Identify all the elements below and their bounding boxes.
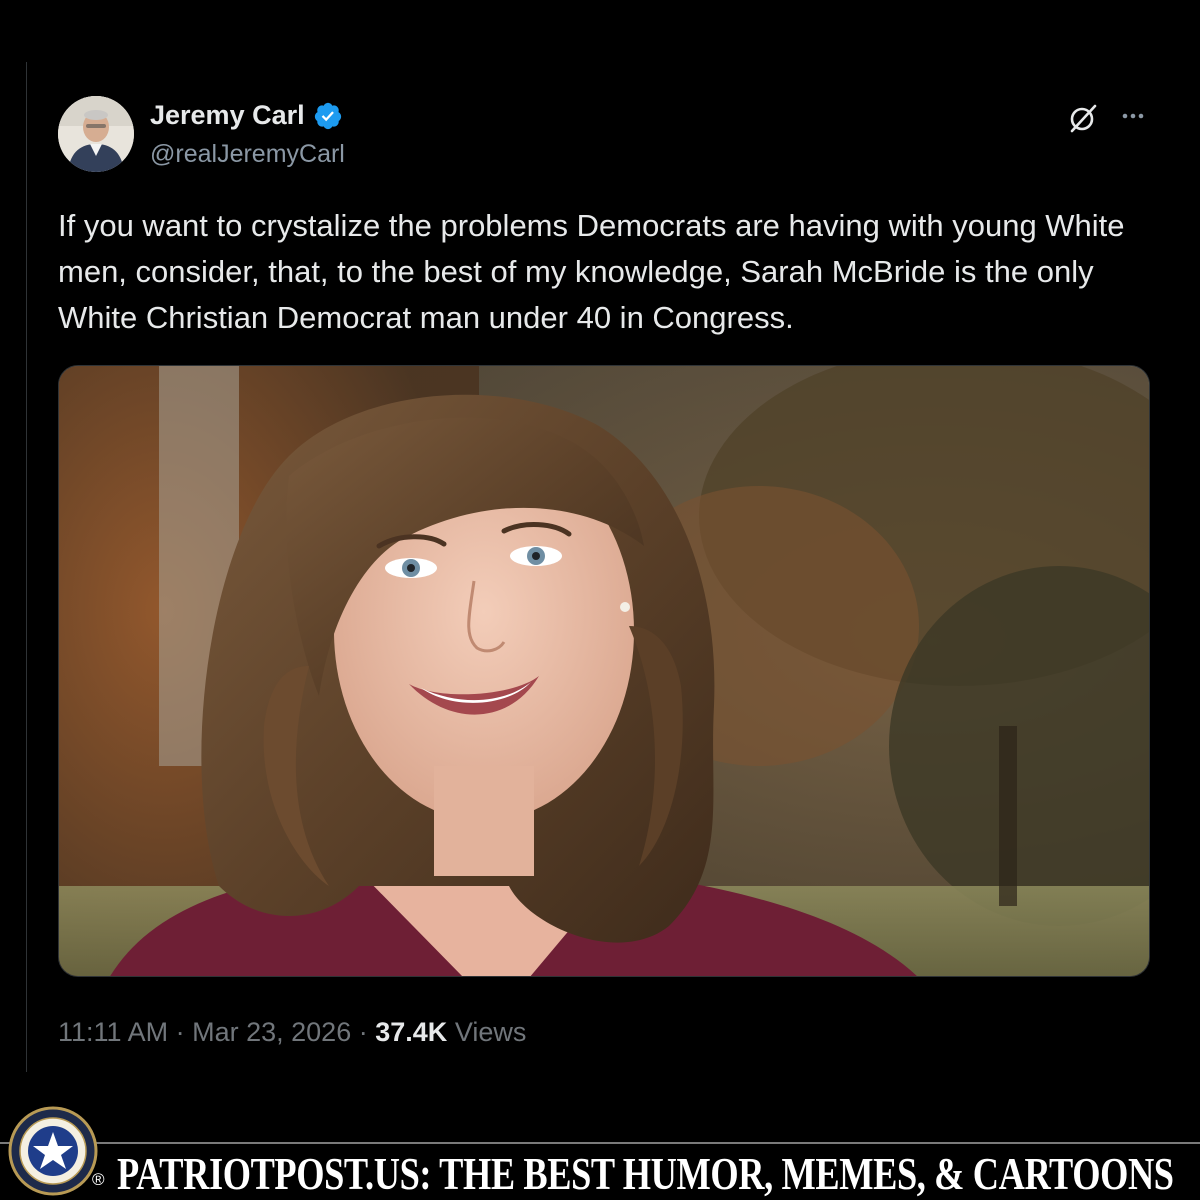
author-name[interactable]: Jeremy Carl <box>150 100 305 131</box>
tweet-time[interactable]: 11:11 AM <box>58 1017 168 1047</box>
views-label: Views <box>454 1017 527 1047</box>
separator: · <box>175 1017 185 1047</box>
tweet-media-photo[interactable] <box>58 365 1150 977</box>
avatar[interactable] <box>58 96 134 172</box>
banner-rule <box>0 1142 1200 1144</box>
thread-line <box>26 62 27 1072</box>
patriot-post-seal-icon <box>8 1106 98 1196</box>
tweet-header: Jeremy Carl @realJeremyCarl <box>58 95 1152 175</box>
tweet-text: If you want to crystalize the problems D… <box>58 208 1125 335</box>
avatar-image <box>58 96 134 172</box>
registered-mark: ® <box>92 1170 105 1189</box>
more-options-icon[interactable] <box>1116 99 1150 133</box>
tweet-metadata: 11:11 AM · Mar 23, 2026 · 37.4K Views <box>58 1017 526 1048</box>
portrait-photo <box>59 366 1149 976</box>
tweet-date[interactable]: Mar 23, 2026 <box>192 1017 351 1047</box>
verified-badge-icon <box>314 102 341 129</box>
author-handle[interactable]: @realJeremyCarl <box>150 140 345 169</box>
author-name-row[interactable]: Jeremy Carl <box>150 100 343 131</box>
grok-icon[interactable] <box>1066 101 1100 135</box>
views-count[interactable]: 37.4K <box>375 1017 447 1047</box>
tweet[interactable]: Jeremy Carl @realJeremyCarl If you want … <box>58 95 1152 1047</box>
banner-text: PATRIOTPOST.US: THE BEST HUMOR, MEMES, &… <box>117 1148 1174 1199</box>
separator: · <box>358 1017 368 1047</box>
watermark-banner: ® PATRIOTPOST.US: THE BEST HUMOR, MEMES,… <box>0 1104 1200 1200</box>
